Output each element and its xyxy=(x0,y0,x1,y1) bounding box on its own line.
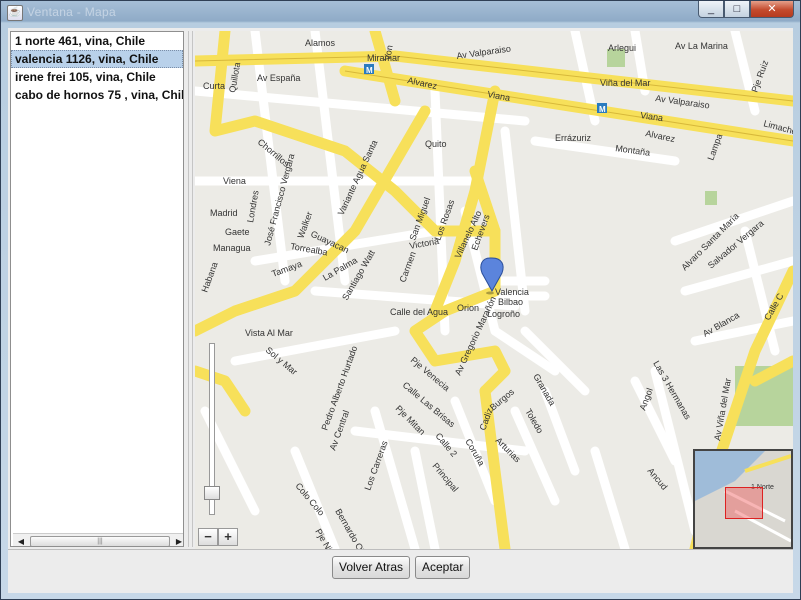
scroll-left-icon[interactable]: ◀ xyxy=(14,536,28,546)
street-label: Errázuriz xyxy=(555,133,592,143)
street-label: Ancud xyxy=(645,466,669,492)
street-label: Av La Marina xyxy=(675,41,728,51)
button-bar: Volver Atras Aceptar xyxy=(8,549,793,594)
street-label: Pje Ruiz xyxy=(749,58,770,93)
scroll-right-icon[interactable]: ▶ xyxy=(172,536,183,546)
list-item[interactable]: cabo de hornos 75 , vina, Chile xyxy=(11,86,183,104)
overview-minimap[interactable]: 1 Norte xyxy=(693,449,793,549)
street-label: Viña del Mar xyxy=(600,78,650,88)
maximize-button[interactable]: □ xyxy=(724,1,750,18)
svg-text:M: M xyxy=(599,105,606,114)
street-label: Alamos xyxy=(305,38,336,48)
street-label: Curta xyxy=(203,81,225,91)
list-item[interactable]: 1 norte 461, vina, Chile xyxy=(11,32,183,50)
street-label: Madrid xyxy=(210,208,238,218)
street-label: Arlegui xyxy=(608,43,636,53)
java-app-icon: ☕ xyxy=(7,5,23,21)
zoom-slider-thumb[interactable] xyxy=(204,486,220,500)
accept-button[interactable]: Aceptar xyxy=(415,556,471,579)
window-title: Ventana - Mapa xyxy=(27,5,116,19)
svg-text:M: M xyxy=(366,66,373,75)
street-label: Bernardo O'Higgins xyxy=(333,507,381,549)
street-label: Principal xyxy=(430,461,460,494)
street-label: Alvarez xyxy=(645,128,677,144)
street-label: Carmen xyxy=(397,250,417,284)
title-bar[interactable]: ☕ Ventana - Mapa _ □ ✕ xyxy=(1,1,800,23)
content-pane: 1 norte 461, vina, Chile valencia 1126, … xyxy=(8,28,793,593)
window-controls: _ □ ✕ xyxy=(698,1,794,20)
street-label: Londres xyxy=(245,189,261,223)
address-list[interactable]: 1 norte 461, vina, Chile valencia 1126, … xyxy=(10,31,184,547)
zoom-out-button[interactable]: − xyxy=(198,528,218,546)
street-label: Orion xyxy=(457,303,479,313)
street-label: Bilbao xyxy=(498,297,523,307)
map-view[interactable]: M M Alamos Av España Miramar Von Av Valparai… xyxy=(195,31,793,549)
street-label: Gaete xyxy=(225,227,250,237)
back-button[interactable]: Volver Atras xyxy=(332,556,411,579)
street-label: Alvarez xyxy=(407,75,439,91)
split-divider[interactable] xyxy=(188,31,193,547)
list-item[interactable]: irene frei 105, vina, Chile xyxy=(11,68,183,86)
street-label: Viena xyxy=(223,176,246,186)
street-label: Quito xyxy=(425,139,447,149)
street-label: Calle del Agua xyxy=(390,307,448,317)
list-item-selected[interactable]: valencia 1126, vina, Chile xyxy=(11,50,183,68)
zoom-in-button[interactable]: + xyxy=(218,528,238,546)
app-window: ☕ Ventana - Mapa _ □ ✕ 1 norte 461, vina… xyxy=(0,0,801,600)
street-label: Los Carreras xyxy=(362,439,389,492)
close-button[interactable]: ✕ xyxy=(750,1,794,18)
street-label: Managua xyxy=(213,243,251,253)
street-label: Vista Al Mar xyxy=(245,328,293,338)
street-label: Valencia xyxy=(495,287,529,297)
street-label: Lampa xyxy=(705,132,724,161)
horizontal-scrollbar[interactable]: ◀ ||| ▶ xyxy=(13,533,183,546)
scrollbar-thumb[interactable]: ||| xyxy=(30,536,170,546)
overview-viewport-box[interactable] xyxy=(725,487,763,519)
minimize-button[interactable]: _ xyxy=(698,1,724,18)
street-label: Quillota xyxy=(227,62,242,94)
street-label: Av Valparaiso xyxy=(456,43,512,61)
street-label: Habana xyxy=(199,261,219,294)
street-label: Av España xyxy=(257,73,300,83)
